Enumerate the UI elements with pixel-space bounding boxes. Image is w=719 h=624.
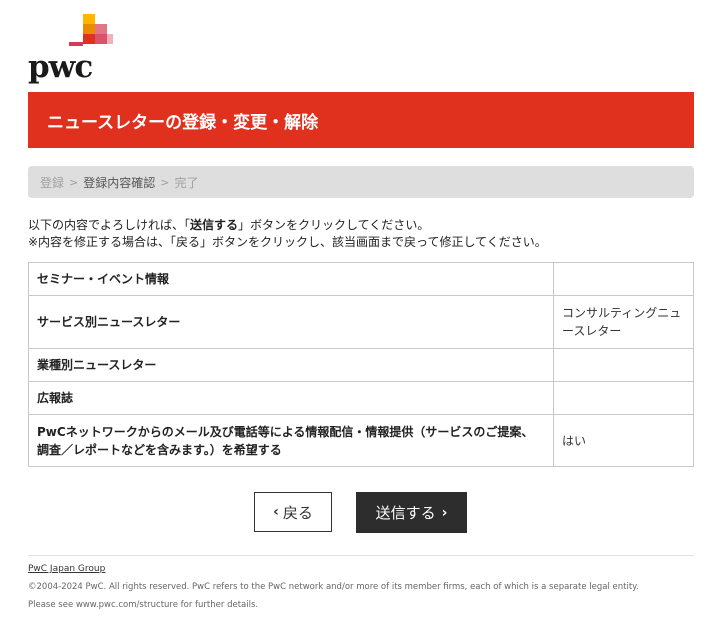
step-separator: >: [160, 175, 170, 189]
page: pwc ニュースレターの登録・変更・解除 登録 > 登録内容確認 > 完了 以下…: [0, 0, 719, 624]
footer-structure-note: Please see www.pwc.com/structure for fur…: [28, 600, 259, 610]
send-button-label: 送信する: [375, 504, 436, 522]
table-row: 業種別ニュースレター: [28, 348, 694, 382]
row-value: コンサルティングニュースレター: [553, 295, 694, 349]
row-value: [553, 381, 694, 415]
row-label: PwCネットワークからのメール及び電話等による情報配信・情報提供（サービスのご提…: [28, 414, 554, 467]
instructions: 以下の内容でよろしければ、「送信する」ボタンをクリックしてください。 ※内容を修…: [28, 217, 547, 251]
footer-group-link[interactable]: PwC Japan Group: [28, 564, 105, 574]
table-row: 広報誌: [28, 381, 694, 415]
row-value: はい: [553, 414, 694, 467]
back-button[interactable]: ‹ 戻る: [254, 492, 332, 532]
footer-divider: [28, 555, 694, 556]
instruction-line-1: 以下の内容でよろしければ、「送信する」ボタンをクリックしてください。: [28, 217, 547, 234]
step-separator: >: [69, 175, 79, 189]
instruction-line-2: ※内容を修正する場合は、「戻る」ボタンをクリックし、該当画面まで戻って修正してく…: [28, 235, 547, 249]
table-row: PwCネットワークからのメール及び電話等による情報配信・情報提供（サービスのご提…: [28, 414, 694, 467]
chevron-left-icon: ‹: [273, 504, 279, 520]
row-value: [553, 262, 694, 296]
logo-text: pwc: [28, 49, 93, 85]
page-title: ニュースレターの登録・変更・解除: [47, 112, 319, 133]
table-row: サービス別ニュースレター コンサルティングニュースレター: [28, 295, 694, 349]
row-label: 業種別ニュースレター: [28, 348, 554, 382]
back-button-label: 戻る: [282, 503, 313, 522]
instruction-emphasis: 送信する: [190, 218, 239, 232]
step-complete: 完了: [174, 175, 199, 190]
row-label: セミナー・イベント情報: [28, 262, 554, 296]
progress-steps: 登録 > 登録内容確認 > 完了: [28, 166, 694, 198]
row-label: 広報誌: [28, 381, 554, 415]
page-title-banner: ニュースレターの登録・変更・解除: [28, 92, 694, 148]
instruction-text: 以下の内容でよろしければ、「: [28, 218, 191, 232]
confirmation-table: セミナー・イベント情報 サービス別ニュースレター コンサルティングニュースレター…: [28, 262, 694, 467]
send-button[interactable]: 送信する ›: [356, 492, 467, 533]
step-confirm: 登録内容確認: [83, 175, 156, 190]
row-value: [553, 348, 694, 382]
step-register: 登録: [40, 175, 65, 190]
pwc-logo[interactable]: pwc: [28, 14, 118, 85]
chevron-right-icon: ›: [441, 504, 448, 521]
footer-copyright: ©2004-2024 PwC. All rights reserved. PwC…: [28, 582, 639, 592]
table-row: セミナー・イベント情報: [28, 262, 694, 296]
logo-mark-icon: [69, 14, 113, 46]
row-label: サービス別ニュースレター: [28, 295, 554, 349]
instruction-text: 」ボタンをクリックしてください。: [238, 218, 430, 232]
